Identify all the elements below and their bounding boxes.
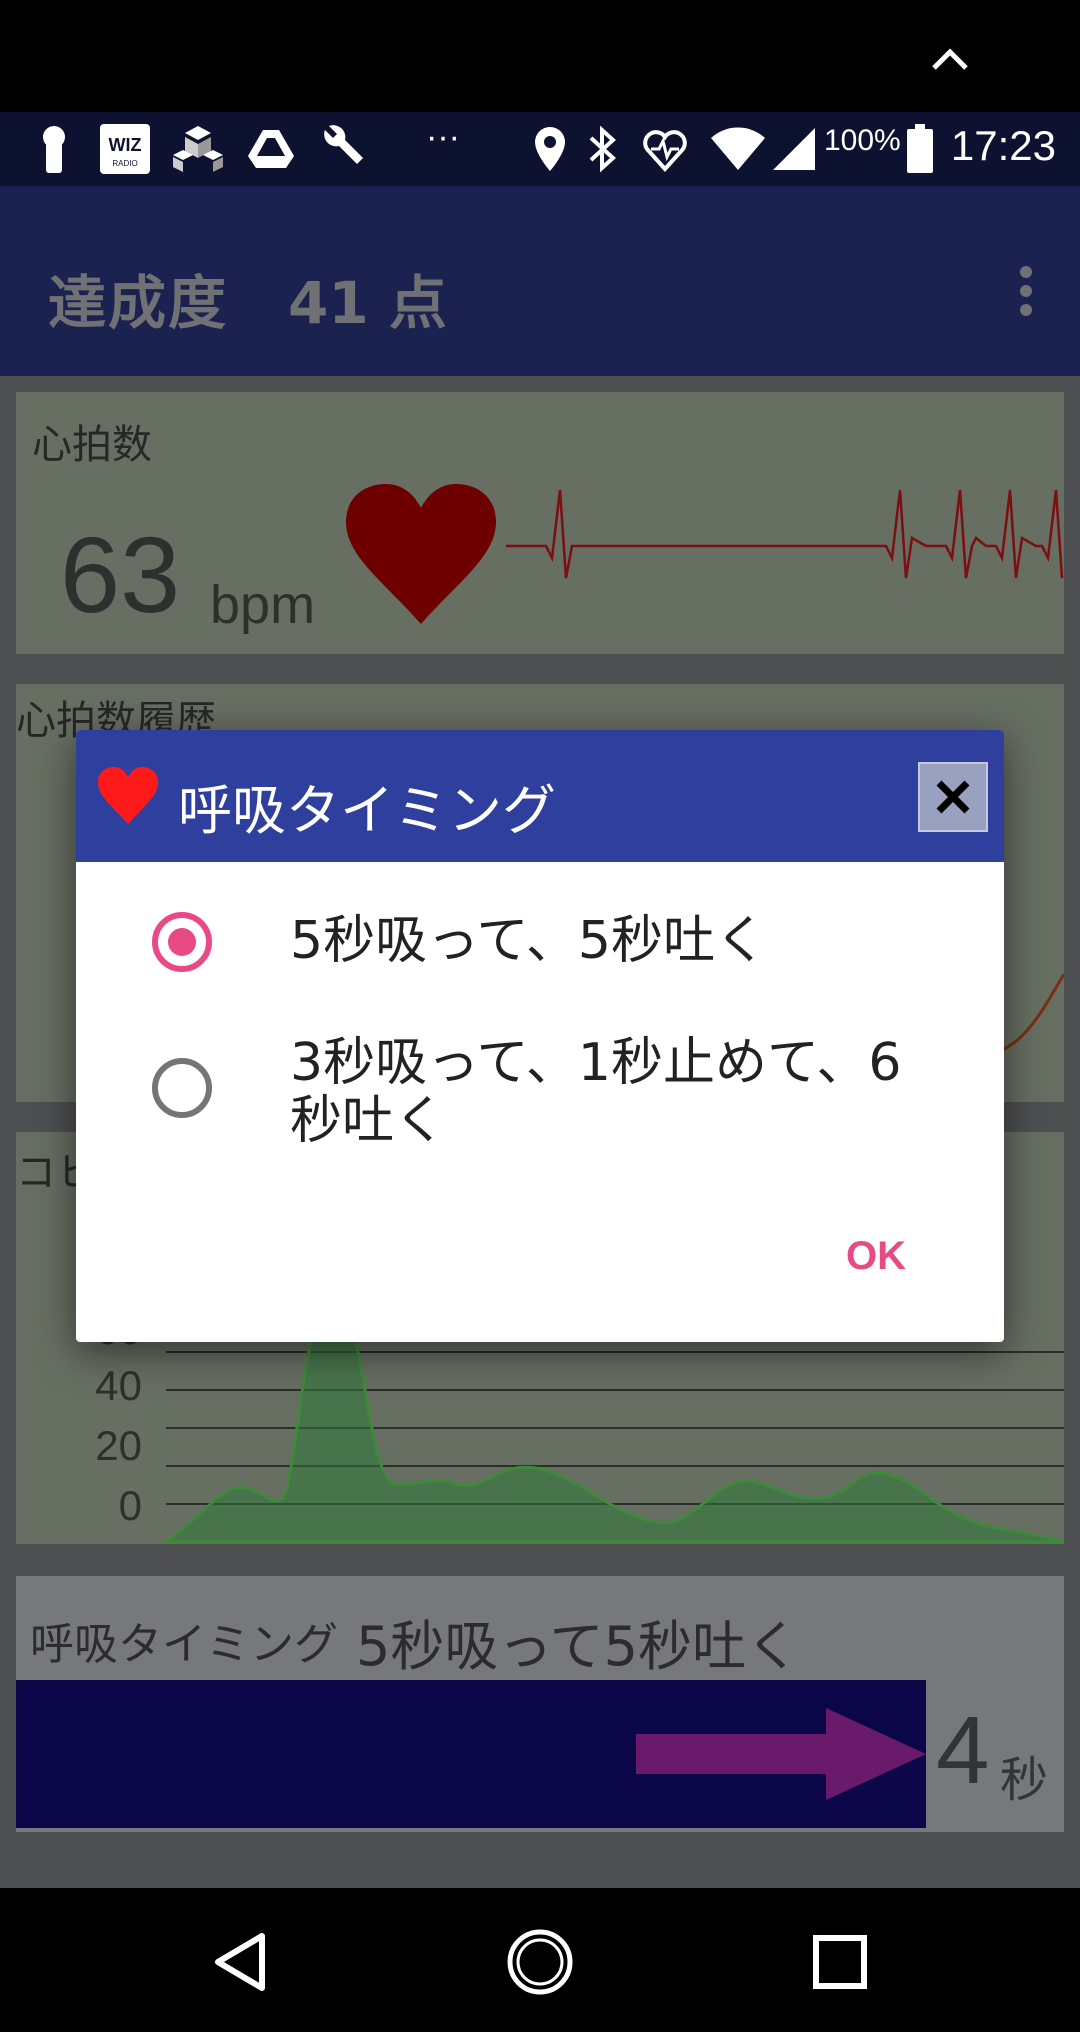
radio-button-selected[interactable] <box>152 912 212 972</box>
heart-rate-value: 63 <box>60 514 181 635</box>
battery-icon <box>904 122 936 176</box>
breathing-label: 呼吸タイミング <box>30 1619 338 1670</box>
navigation-bar <box>0 1888 1080 2032</box>
tick-label: 0 <box>118 1482 142 1529</box>
heart-monitor-icon <box>640 122 690 176</box>
dialog-header: 呼吸タイミング <box>76 730 1004 862</box>
heart-icon <box>346 484 496 624</box>
home-icon[interactable] <box>506 1928 574 1996</box>
recents-icon[interactable] <box>812 1934 868 1990</box>
clock: 17:23 <box>950 122 1056 169</box>
inhale-arrow-icon <box>636 1708 926 1800</box>
breathing-mode: 5秒吸って5秒吐く <box>356 1615 801 1678</box>
app-bar: 達成度 41 点 <box>0 186 1080 376</box>
breathing-progress-bar <box>16 1680 926 1828</box>
wifi-icon <box>708 122 768 176</box>
wiz-badge-text: WIZ <box>109 135 142 155</box>
notification-shade-strip <box>0 0 1080 112</box>
option-label: 5秒吸って、5秒吐く <box>290 911 767 971</box>
close-icon <box>936 780 970 814</box>
option-label: 3秒吸って、1秒止めて、6秒吐く <box>290 1033 902 1151</box>
option-3-1-6[interactable]: 3秒吸って、1秒止めて、6秒吐く <box>76 1034 1004 1174</box>
cellular-icon <box>770 122 818 176</box>
battery-percent: 100% <box>824 124 901 157</box>
overflow-menu-icon[interactable] <box>1020 266 1034 316</box>
heart-icon <box>98 767 158 824</box>
tick-label: 20 <box>95 1422 142 1469</box>
history-trend-line <box>996 973 1064 1054</box>
dialog-title: 呼吸タイミング <box>178 779 556 842</box>
drive-icon <box>246 122 296 176</box>
wrench-icon <box>316 122 368 176</box>
option-5-5[interactable]: 5秒吸って、5秒吐く <box>76 888 1004 998</box>
key-icon <box>34 122 74 176</box>
status-bar: WIZ RADIO ··· 100% 17:23 <box>0 112 1080 186</box>
breathing-timing-card: 呼吸タイミング 5秒吸って5秒吐く 4 秒 <box>16 1576 1064 1832</box>
close-button[interactable] <box>918 762 988 832</box>
heart-rate-unit: bpm <box>210 575 316 635</box>
breathing-seconds-unit: 秒 <box>1000 1752 1049 1808</box>
tick-label: 40 <box>95 1362 142 1409</box>
chevron-up-icon[interactable] <box>928 38 972 78</box>
wiz-badge-subtext: RADIO <box>112 159 137 168</box>
cubes-icon <box>170 122 226 176</box>
achievement-title: 達成度 <box>48 269 229 337</box>
achievement-score: 41 点 <box>288 269 447 337</box>
ecg-waveform <box>506 489 1064 579</box>
heart-rate-label: 心拍数 <box>32 422 152 468</box>
ok-button[interactable]: OK <box>846 1234 906 1279</box>
breathing-timing-dialog: 呼吸タイミング 5秒吸って、5秒吐く 3秒吸って、1秒止めて、6秒吐く OK <box>76 730 1004 1342</box>
more-notifications-indicator: ··· <box>426 118 460 156</box>
bluetooth-icon <box>584 122 620 176</box>
location-icon <box>530 122 570 176</box>
heart-rate-card: 心拍数 63 bpm <box>16 392 1064 654</box>
back-icon[interactable] <box>212 1932 268 1992</box>
wiz-radio-icon: WIZ RADIO <box>98 122 152 176</box>
breathing-seconds-value: 4 <box>936 1697 990 1804</box>
radio-button-unselected[interactable] <box>152 1058 212 1118</box>
